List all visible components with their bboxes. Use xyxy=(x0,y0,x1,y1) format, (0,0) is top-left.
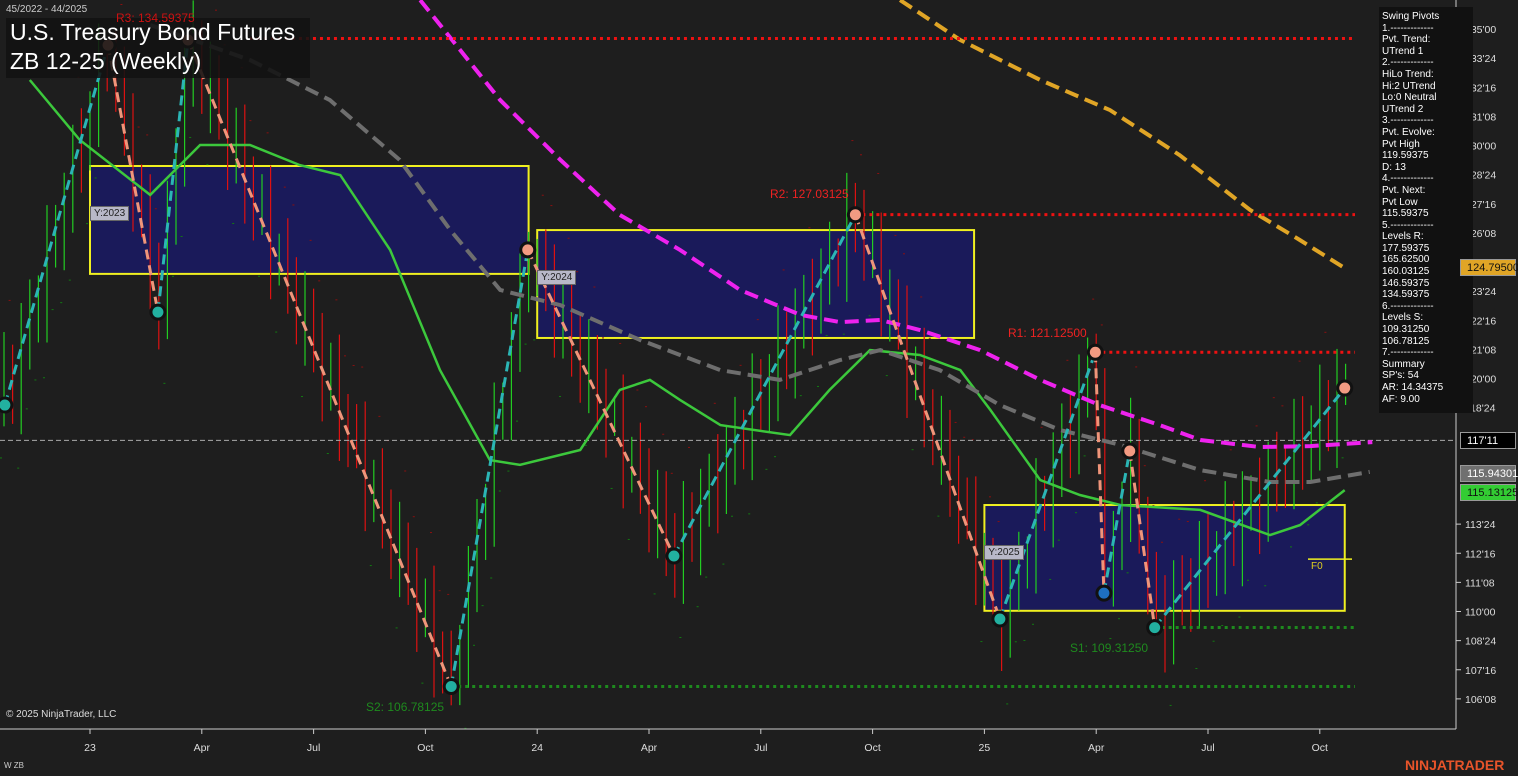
pivot-low-marker xyxy=(1146,619,1164,637)
instrument-code: W ZB xyxy=(4,761,24,770)
info-line: Hi:2 UTrend xyxy=(1382,80,1436,92)
info-line: 146.59375 xyxy=(1382,277,1430,289)
time-tick-label: Jul xyxy=(754,742,767,754)
info-line: 106.78125 xyxy=(1382,335,1430,347)
info-line: 177.59375 xyxy=(1382,242,1430,254)
price-tag: 117'11 xyxy=(1460,432,1516,450)
info-line: 165.62500 xyxy=(1382,254,1430,266)
info-line: Levels S: xyxy=(1382,312,1424,324)
pivot-high-marker xyxy=(519,241,537,259)
info-line: Levels R: xyxy=(1382,231,1424,243)
pivot-low-marker xyxy=(0,396,14,414)
price-tick-label: 108'24 xyxy=(1465,636,1496,648)
info-line: Pvt. Next: xyxy=(1382,184,1426,196)
level-label: S1: 109.31250 xyxy=(1070,641,1149,655)
level-label: R3: 134.59375 xyxy=(116,11,195,25)
info-line: Pvt. Evolve: xyxy=(1382,126,1435,138)
info-line: SP's: 54 xyxy=(1382,370,1419,382)
time-tick-label: Apr xyxy=(1088,742,1105,754)
info-line: 4.------------- xyxy=(1382,173,1434,185)
info-line: 2.------------- xyxy=(1382,57,1434,69)
info-line: Swing Pivots xyxy=(1382,11,1440,22)
price-tag: 124.79500 xyxy=(1460,258,1518,276)
date-range: 45/2022 - 44/2025 xyxy=(6,4,88,15)
info-line: 134.59375 xyxy=(1382,289,1430,301)
pivot-low-marker xyxy=(149,303,167,321)
title-contract: ZB 12-25 (Weekly) xyxy=(10,48,202,74)
pivot-high-marker xyxy=(1121,442,1139,460)
price-tag: 115.13125 xyxy=(1460,483,1518,501)
info-line: 1.------------- xyxy=(1382,22,1434,34)
pivot-high-marker xyxy=(1336,379,1354,397)
slow-ma-line xyxy=(418,0,1373,450)
level-label: R2: 127.03125 xyxy=(770,187,849,201)
price-tick-label: 107'16 xyxy=(1465,665,1496,677)
pivot-low-marker xyxy=(991,610,1009,628)
time-tick-label: Oct xyxy=(417,742,433,754)
price-tag: 115.94301 xyxy=(1460,465,1518,483)
info-line: UTrend 2 xyxy=(1382,103,1424,115)
chart-title: U.S. Treasury Bond Futures ZB 12-25 (Wee… xyxy=(6,18,310,78)
time-tick-label: Jul xyxy=(307,742,320,754)
price-tick-label: 112'16 xyxy=(1465,548,1496,560)
swing-line xyxy=(449,249,530,687)
info-line: Pvt. Trend: xyxy=(1382,34,1431,46)
pivot-high-marker xyxy=(1086,343,1104,361)
price-tick-label: 113'24 xyxy=(1465,519,1496,531)
pivot-low-marker xyxy=(442,678,460,696)
time-tick-label: Jul xyxy=(1201,742,1214,754)
pivot-high-marker xyxy=(846,206,864,224)
plot-area xyxy=(0,0,1456,729)
ninjatrader-logo: NINJATRADER xyxy=(1405,757,1505,773)
info-line: 115.59375 xyxy=(1382,208,1429,220)
info-line: D: 13 xyxy=(1382,161,1406,173)
swing-pivots-panel: Swing Pivots 1.------------- Pvt. Trend: UT… xyxy=(1379,7,1473,413)
info-line: 5.------------- xyxy=(1382,219,1434,231)
year-box-label: Y:2025 xyxy=(984,545,1024,561)
time-tick-label: Oct xyxy=(864,742,880,754)
year-box-label: Y:2024 xyxy=(537,270,577,286)
time-tick-label: Oct xyxy=(1312,742,1328,754)
info-line: Lo:0 Neutral xyxy=(1382,92,1437,104)
info-line: 3.------------- xyxy=(1382,115,1434,127)
info-line: 119.59375 xyxy=(1382,150,1429,162)
level-label: R1: 121.12500 xyxy=(1008,326,1087,340)
level-label: S2: 106.78125 xyxy=(366,700,445,714)
info-line: 109.31250 xyxy=(1382,324,1430,336)
time-tick-label: 25 xyxy=(979,742,991,754)
info-line: UTrend 1 xyxy=(1382,45,1424,57)
info-line: 6.------------- xyxy=(1382,300,1434,312)
time-tick-label: 23 xyxy=(84,742,96,754)
info-line: AF: 9.00 xyxy=(1382,393,1420,405)
info-line: Summary xyxy=(1382,358,1425,370)
info-line: Pvt Low xyxy=(1382,196,1418,208)
price-tick-label: 110'00 xyxy=(1465,607,1496,619)
pivot-low-marker xyxy=(1095,584,1113,602)
info-line: 7.------------- xyxy=(1382,347,1434,359)
time-tick-label: Apr xyxy=(194,742,211,754)
info-line: Pvt High xyxy=(1382,138,1420,150)
fib-label: F0 xyxy=(1311,561,1323,572)
info-line: HiLo Trend: xyxy=(1382,68,1434,80)
swing-line xyxy=(186,39,453,688)
info-line: AR: 14.34375 xyxy=(1382,382,1444,393)
price-chart[interactable]: F0135'00133'24132'16131'08130'00128'2412… xyxy=(0,0,1518,776)
info-line: 160.03125 xyxy=(1382,266,1430,278)
time-tick-label: Apr xyxy=(641,742,658,754)
year-range-box xyxy=(89,165,530,275)
price-tick-label: 106'08 xyxy=(1465,694,1496,706)
pivot-low-marker xyxy=(665,547,683,565)
long-ma-line xyxy=(898,0,1346,270)
price-tick-label: 111'08 xyxy=(1465,577,1495,589)
time-tick-label: 24 xyxy=(531,742,543,754)
copyright: © 2025 NinjaTrader, LLC xyxy=(6,709,117,720)
year-box-label: Y:2023 xyxy=(90,206,130,221)
